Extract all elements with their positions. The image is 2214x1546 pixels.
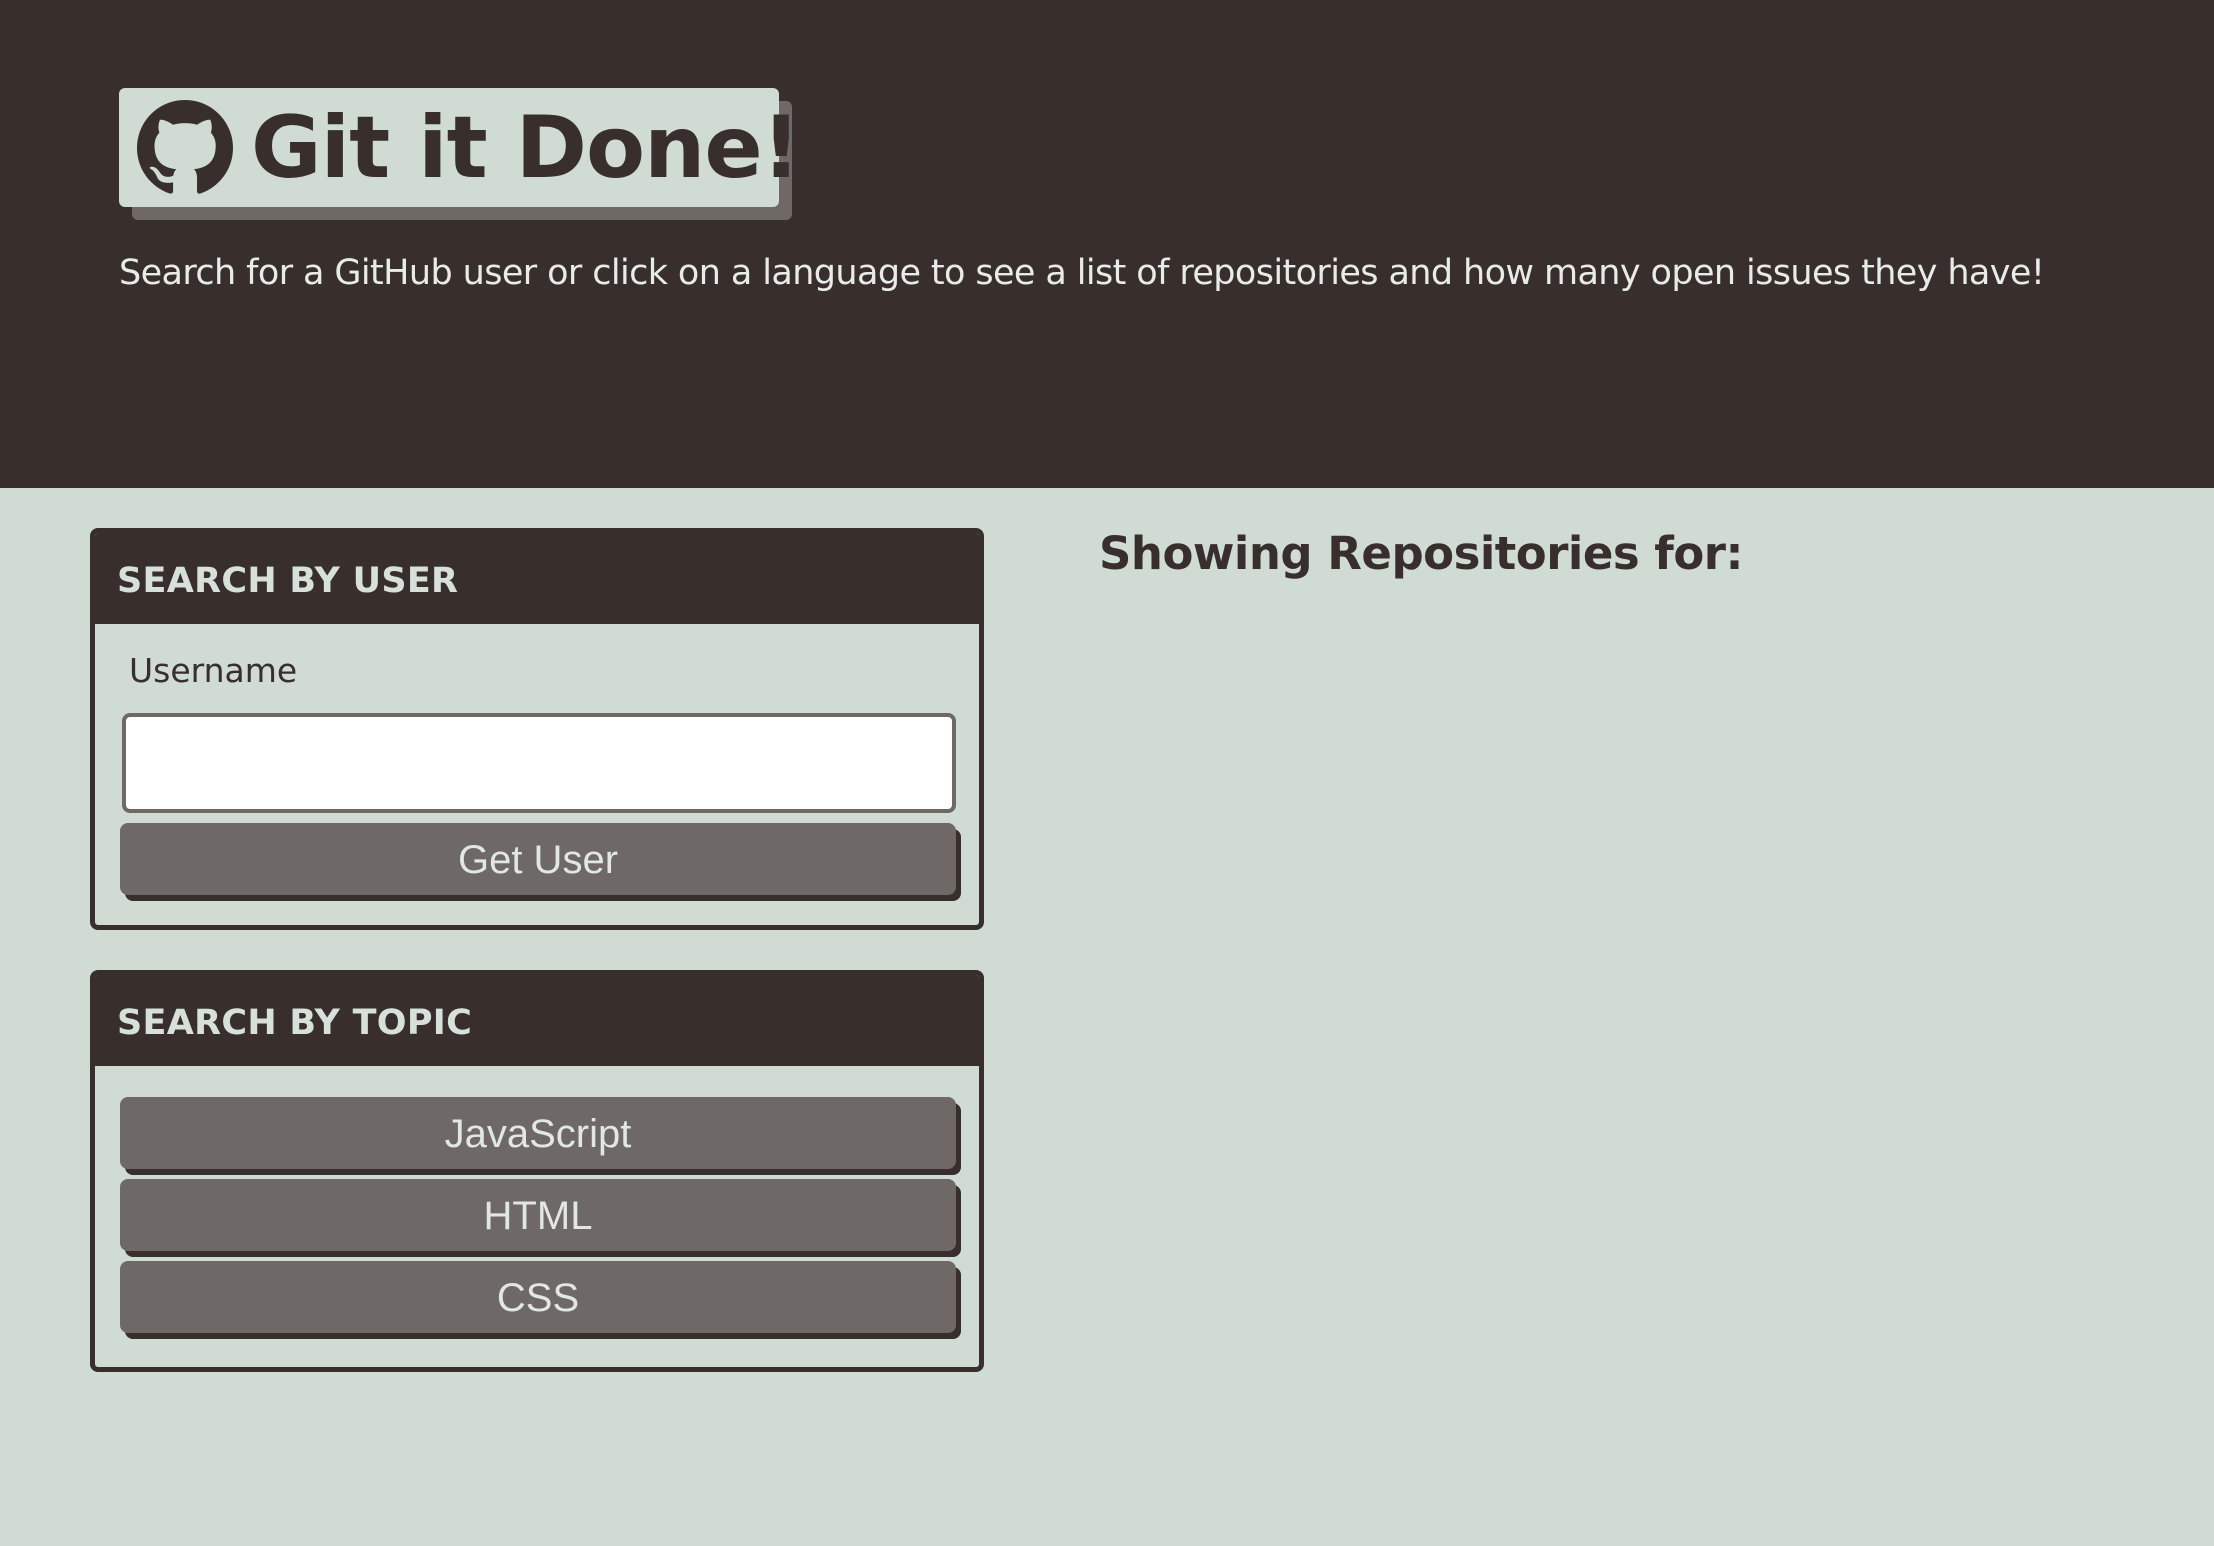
page-title: Git it Done!	[251, 97, 801, 198]
language-button-html[interactable]: HTML	[120, 1179, 956, 1251]
logo: Git it Done!	[119, 88, 801, 220]
search-by-user-panel: SEARCH BY USER Username Get User	[90, 528, 984, 930]
username-input[interactable]	[122, 713, 956, 813]
language-button-javascript[interactable]: JavaScript	[120, 1097, 956, 1169]
repos-search-term-heading: Showing Repositories for:	[1099, 527, 1743, 580]
search-by-topic-panel: SEARCH BY TOPIC JavaScript HTML CSS	[90, 970, 984, 1372]
logo-badge: Git it Done!	[119, 88, 801, 207]
get-user-button[interactable]: Get User	[120, 823, 956, 895]
page-header: Git it Done! Search for a GitHub user or…	[0, 0, 2214, 488]
page-subtitle: Search for a GitHub user or click on a l…	[119, 253, 2045, 293]
username-label: Username	[129, 651, 298, 690]
github-octocat-icon	[137, 99, 233, 196]
search-by-topic-heading: SEARCH BY TOPIC	[95, 975, 979, 1066]
language-button-css[interactable]: CSS	[120, 1261, 956, 1333]
search-by-user-heading: SEARCH BY USER	[95, 533, 979, 624]
